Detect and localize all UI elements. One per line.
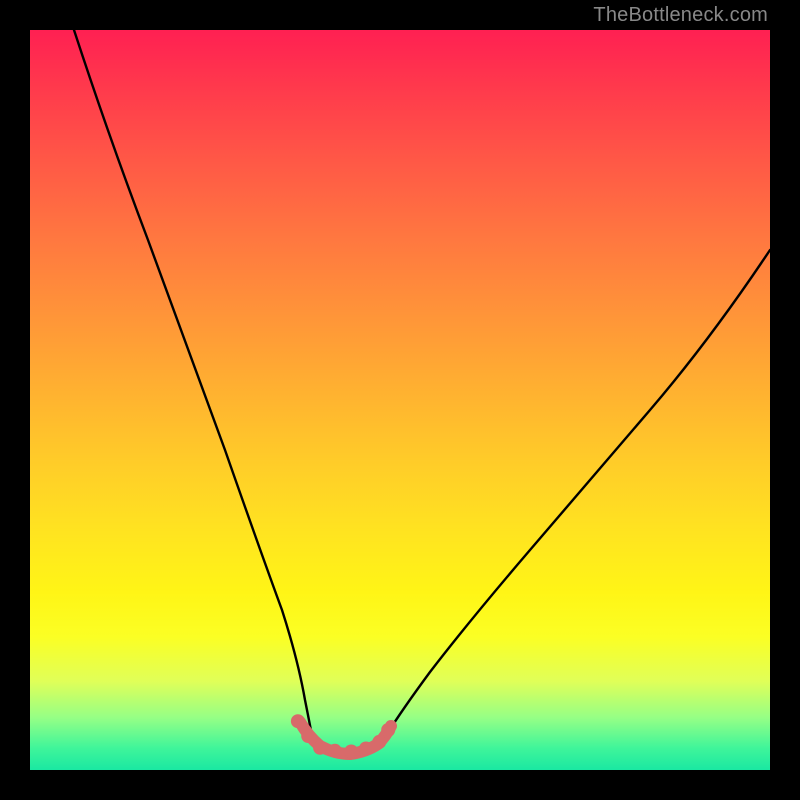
floor-dot [328, 744, 342, 758]
curve-right-branch [387, 250, 770, 734]
stage: TheBottleneck.com [0, 0, 800, 800]
plot-area [30, 30, 770, 770]
curve-left-branch [74, 30, 312, 736]
floor-dot [344, 745, 358, 759]
floor-dot [291, 714, 305, 728]
floor-dot [359, 742, 373, 756]
chart-svg [30, 30, 770, 770]
floor-dot [301, 729, 315, 743]
floor-dot [313, 741, 327, 755]
watermark-text: TheBottleneck.com [593, 4, 768, 27]
floor-dot [372, 735, 386, 749]
floor-dot [381, 723, 395, 737]
